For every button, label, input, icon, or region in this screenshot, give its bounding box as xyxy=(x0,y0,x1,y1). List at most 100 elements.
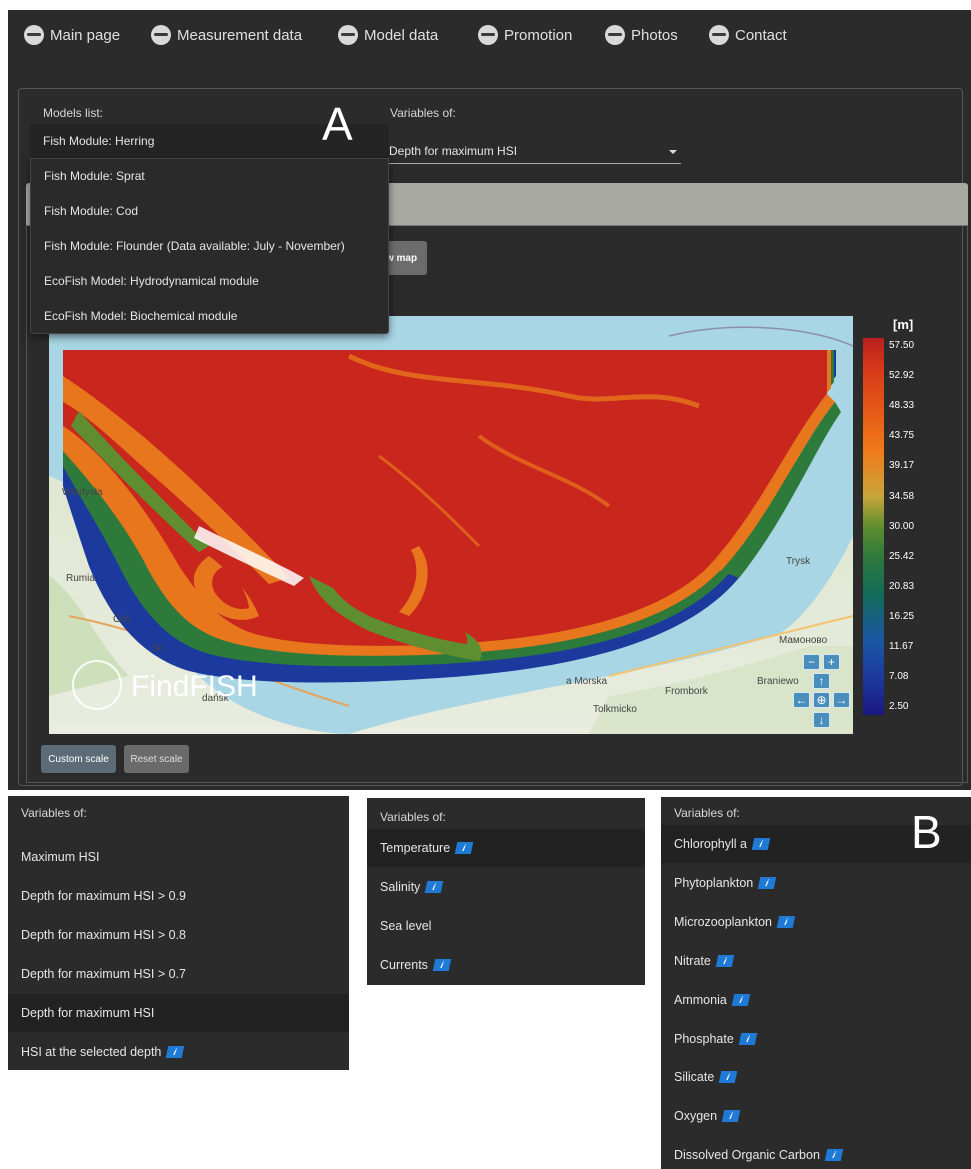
nav-contact[interactable]: Contact xyxy=(709,24,787,46)
variable-option[interactable]: HSI at the selected depth i xyxy=(8,1033,349,1071)
custom-scale-button[interactable]: Custom scale xyxy=(41,745,116,773)
pan-left-button[interactable]: ← xyxy=(793,692,810,708)
variable-option-label: Microzooplankton xyxy=(674,914,772,929)
variable-option[interactable]: Depth for maximum HSI > 0.8 xyxy=(8,916,349,954)
colorbar-tick-label: 57.50 xyxy=(889,340,915,351)
place-label: Frombork xyxy=(665,686,708,697)
variable-option[interactable]: Depth for maximum HSI xyxy=(8,994,349,1032)
variable-option-label: Oxygen xyxy=(674,1109,718,1124)
info-icon[interactable]: i xyxy=(776,915,796,928)
variable-option-label: Depth for maximum HSI > 0.8 xyxy=(21,928,186,942)
variable-option-label: Depth for maximum HSI xyxy=(21,1006,155,1020)
variable-option[interactable]: Depth for maximum HSI > 0.9 xyxy=(8,877,349,915)
variable-option[interactable]: Salinity i xyxy=(367,868,645,906)
variable-option[interactable]: Phytoplankton i xyxy=(661,864,971,902)
info-icon[interactable]: i xyxy=(738,1032,758,1045)
center-map-button[interactable]: ⊕ xyxy=(813,692,830,708)
globe-icon xyxy=(709,25,729,45)
variable-option-label: Dissolved Organic Carbon xyxy=(674,1148,820,1163)
findfish-logo-icon xyxy=(72,660,122,710)
nav-label: Model data xyxy=(364,26,439,44)
variable-option-label: Silicate xyxy=(674,1070,715,1085)
variable-select[interactable]: Depth for maximum HSI xyxy=(389,138,681,164)
nav-promotion[interactable]: Promotion xyxy=(478,24,572,46)
models-dropdown[interactable]: Fish Module: Herring Fish Module: Sprat … xyxy=(30,124,389,334)
zoom-in-button[interactable]: + xyxy=(823,654,840,670)
variable-option-label: Temperature xyxy=(380,841,451,855)
variable-option[interactable]: Maximum HSI xyxy=(8,838,349,876)
variable-option[interactable]: Ammonia i xyxy=(661,981,971,1019)
model-option[interactable]: EcoFish Model: Biochemical module xyxy=(44,309,237,323)
findfish-logo-text: FindFISH xyxy=(131,670,258,703)
variable-option[interactable]: Silicate i xyxy=(661,1058,971,1096)
nav-main-page[interactable]: Main page xyxy=(24,24,120,46)
variable-option[interactable]: Currents i xyxy=(367,946,645,984)
place-label: Tolkmicko xyxy=(593,704,637,715)
model-option[interactable]: EcoFish Model: Hydrodynamical module xyxy=(44,274,259,288)
model-option[interactable]: Fish Module: Flounder (Data available: J… xyxy=(44,239,345,253)
annotation-letter-a: A xyxy=(322,98,353,150)
variable-option-label: Depth for maximum HSI > 0.9 xyxy=(21,889,186,903)
variable-option[interactable]: Microzooplankton i xyxy=(661,903,971,941)
variable-option[interactable]: Sea level xyxy=(367,907,645,945)
globe-icon xyxy=(605,25,625,45)
variable-option-label: Nitrate xyxy=(674,953,711,968)
place-label: Braniewo xyxy=(757,676,799,687)
fish-variables-panel: Variables of: Maximum HSI Depth for maxim… xyxy=(8,796,349,1070)
info-icon[interactable]: i xyxy=(432,959,452,971)
model-option[interactable]: Fish Module: Sprat xyxy=(44,169,145,183)
place-label: a Morska xyxy=(566,676,608,687)
zoom-out-button[interactable]: − xyxy=(803,654,820,670)
pan-right-button[interactable]: → xyxy=(833,692,850,708)
nav-model-data[interactable]: Model data xyxy=(338,24,438,46)
variable-option[interactable]: Dissolved Organic Carbon i xyxy=(661,1136,971,1169)
variable-option[interactable]: Temperature i xyxy=(367,829,645,867)
colorbar-tick-label: 30.00 xyxy=(889,520,915,532)
colorbar-tick-label: 43.75 xyxy=(889,430,915,442)
place-label: Rumia xyxy=(66,573,95,584)
info-icon[interactable]: i xyxy=(751,838,771,850)
variable-option-label: Maximum HSI xyxy=(21,850,100,864)
model-option[interactable]: Fish Module: Cod xyxy=(44,204,138,218)
colorbar-tick-label: 11.67 xyxy=(889,641,914,652)
variable-option[interactable]: Phosphate i xyxy=(661,1020,971,1058)
info-icon[interactable]: i xyxy=(425,881,444,893)
variable-option-label: Phytoplankton xyxy=(674,875,754,890)
nav-label: Photos xyxy=(631,26,678,44)
colorbar-tick-label: 2.50 xyxy=(889,701,909,713)
globe-icon xyxy=(151,25,171,45)
variable-option[interactable]: Oxygen i xyxy=(661,1097,971,1135)
nav-photos[interactable]: Photos xyxy=(605,24,678,46)
top-navigation: Main page Measurement data Model data Pr… xyxy=(8,10,971,80)
globe-icon xyxy=(24,25,44,45)
variable-option[interactable]: Depth for maximum HSI > 0.7 xyxy=(8,955,349,993)
colorbar-tick-label: 48.33 xyxy=(889,400,915,412)
info-icon[interactable]: i xyxy=(731,993,751,1006)
info-icon[interactable]: i xyxy=(715,954,735,967)
pan-down-button[interactable]: ↓ xyxy=(813,712,830,728)
colorbar-tick-label: 34.58 xyxy=(889,490,915,502)
info-icon[interactable]: i xyxy=(824,1149,844,1162)
variable-select-value: Depth for maximum HSI xyxy=(389,144,518,158)
pan-up-button[interactable]: ↑ xyxy=(813,673,830,689)
variable-option-label: Ammonia xyxy=(674,992,727,1007)
info-icon[interactable]: i xyxy=(719,1071,738,1084)
info-icon[interactable]: i xyxy=(721,1110,741,1123)
reset-scale-button[interactable]: Reset scale xyxy=(124,745,189,773)
colorbar-tick-label: 39.17 xyxy=(889,460,915,472)
colorbar-tick-label: 7.08 xyxy=(889,671,909,683)
hydro-variables-panel: Variables of: Temperature i Salinity i Sea l… xyxy=(367,798,645,985)
info-icon[interactable]: i xyxy=(166,1046,185,1058)
caret-down-icon xyxy=(669,150,677,154)
info-icon[interactable]: i xyxy=(757,876,777,889)
panel-header: Variables of: xyxy=(21,806,87,820)
colorbar xyxy=(863,338,884,715)
place-label: Trysk xyxy=(786,556,811,567)
place-label: Władysła xyxy=(62,487,103,498)
info-icon[interactable]: i xyxy=(454,842,474,854)
nav-measurement-data[interactable]: Measurement data xyxy=(151,24,302,46)
annotation-letter-b: B xyxy=(911,806,942,858)
globe-icon xyxy=(338,25,358,45)
variable-option-label: Depth for maximum HSI > 0.7 xyxy=(21,967,186,981)
variable-option[interactable]: Nitrate i xyxy=(661,942,971,980)
